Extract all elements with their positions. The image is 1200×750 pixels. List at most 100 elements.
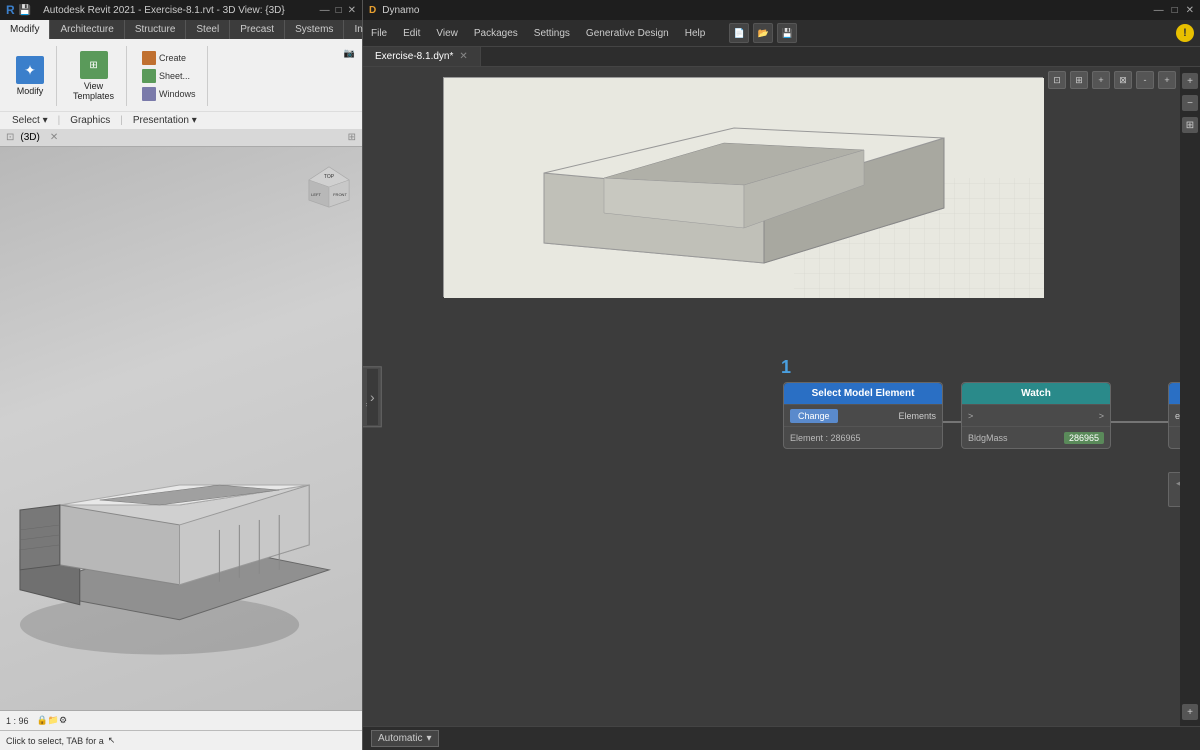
menu-file[interactable]: File — [369, 27, 389, 40]
toolbar-new-button[interactable]: 📄 — [729, 23, 749, 43]
graphics-item[interactable]: Graphics — [64, 114, 116, 127]
background-toggle-button[interactable]: ⊡ — [1048, 71, 1066, 89]
menu-view[interactable]: View — [434, 27, 460, 40]
view-templates-icon: ⊞ — [80, 51, 108, 79]
modify-button[interactable]: ✦ Modify — [12, 54, 48, 98]
zoom-extend-button[interactable]: + — [1158, 71, 1176, 89]
revit-quick-save[interactable]: 💾 — [19, 5, 31, 16]
revit-restore-button[interactable]: □ — [336, 5, 342, 16]
dynamo-minimize-button[interactable]: — — [1154, 5, 1164, 16]
dynamo-toolbar: 📄 📂 💾 — [729, 23, 797, 43]
zoom-out-button[interactable]: - — [1136, 71, 1154, 89]
menu-help[interactable]: Help — [683, 27, 708, 40]
select-dropdown[interactable]: Select ▾ — [6, 114, 54, 127]
node-select-model-element[interactable]: Select Model Element Change Elements Ele… — [783, 382, 943, 449]
zoom-in-sidebar-button[interactable]: + — [1182, 73, 1198, 89]
ribbon-content: ✦ Modify ⊞ ViewTemplates Create Sheet... — [0, 39, 362, 111]
ribbon-tab-modify[interactable]: Modify — [0, 20, 50, 39]
toolbar-save-button[interactable]: 💾 — [777, 23, 797, 43]
camera-icon: 📷 — [344, 48, 355, 59]
view-templates-label: ViewTemplates — [73, 81, 114, 101]
resize-handle[interactable]: ⊞ — [348, 132, 356, 143]
dynamo-tab-label: Exercise-8.1.dyn* — [375, 51, 453, 62]
watch-in-port: > — [968, 411, 973, 421]
change-button[interactable]: Change — [790, 409, 838, 423]
menu-settings[interactable]: Settings — [532, 27, 572, 40]
ribbon-tabs: Modify Architecture Structure Steel Prec… — [0, 20, 362, 39]
dynamo-top-right-icons: ⊡ ⊞ + ⊠ - + — [1048, 71, 1176, 89]
revit-titlebar-controls: — □ ✕ — [320, 5, 356, 16]
node-select-header: Select Model Element — [784, 383, 942, 404]
library-toggle-button[interactable]: › — [367, 369, 378, 425]
dynamo-tabbar: Exercise-8.1.dyn* ✕ — [363, 47, 1200, 67]
view-icon: ⊡ — [6, 132, 14, 143]
ribbon-bottom-sep2: | — [120, 115, 123, 126]
ribbon-tab-architecture[interactable]: Architecture — [50, 20, 124, 39]
run-mode-arrow: ▾ — [426, 733, 431, 744]
ribbon-tab-structure[interactable]: Structure — [125, 20, 187, 39]
grid-toggle-button[interactable]: ⊞ — [1070, 71, 1088, 89]
revit-statusbar: 1 : 96 🔒📁⚙ — [0, 710, 362, 730]
ribbon-tab-systems[interactable]: Systems — [285, 20, 344, 39]
ribbon-tab-steel[interactable]: Steel — [186, 20, 230, 39]
menu-packages[interactable]: Packages — [472, 27, 520, 40]
menu-edit[interactable]: Edit — [401, 27, 422, 40]
svg-text:FRONT: FRONT — [333, 192, 347, 197]
dynamo-app-icon: D — [369, 5, 376, 16]
dynamo-menubar: File Edit View Packages Settings Generat… — [363, 20, 1200, 47]
watch-out-port: > — [1099, 411, 1104, 421]
windows-button[interactable]: Windows — [139, 86, 199, 102]
svg-text:LEFT: LEFT — [311, 192, 321, 197]
modify-icon: ✦ — [16, 56, 44, 84]
ribbon-bottom-sep: | — [58, 115, 61, 126]
bldgmass-value: 286965 — [1064, 432, 1104, 444]
dynamo-tab-exercise[interactable]: Exercise-8.1.dyn* ✕ — [363, 47, 481, 66]
revit-3d-view[interactable]: TOP LEFT FRONT — [0, 147, 362, 710]
node-select-row-buttons: Change Elements — [784, 404, 942, 426]
node-watch-ports-row: > > — [962, 404, 1110, 426]
dynamo-statusbar: Automatic ▾ — [363, 726, 1200, 750]
graphics-label: Graphics — [70, 115, 110, 126]
dynamo-canvas[interactable]: ⊡ ⊞ + ⊠ - + — [363, 67, 1200, 726]
zoom-fit-sidebar-button[interactable]: ⊞ — [1182, 117, 1198, 133]
ribbon-tab-precast[interactable]: Precast — [230, 20, 285, 39]
revit-minimize-button[interactable]: — — [320, 5, 330, 16]
revit-statusbar-bottom: Click to select, TAB for a ↖ — [0, 730, 362, 750]
ribbon-bottom: Select ▾ | Graphics | Presentation ▾ — [0, 111, 362, 129]
warning-icon[interactable]: ! — [1176, 24, 1194, 42]
sheet-button[interactable]: Sheet... — [139, 68, 199, 84]
menu-generative-design[interactable]: Generative Design — [584, 27, 671, 40]
view-close-button[interactable]: ✕ — [50, 132, 58, 143]
run-mode-dropdown[interactable]: Automatic ▾ — [371, 730, 439, 747]
dynamo-tab-close-button[interactable]: ✕ — [459, 51, 467, 62]
run-mode-label: Automatic — [378, 733, 422, 744]
dynamo-close-button[interactable]: ✕ — [1186, 5, 1194, 16]
zoom-fit-button[interactable]: ⊠ — [1114, 71, 1132, 89]
dynamo-panel: D Dynamo — □ ✕ File Edit View Packages S… — [363, 0, 1200, 750]
zoom-in-button[interactable]: + — [1092, 71, 1110, 89]
camera-button[interactable]: 📷 — [341, 47, 358, 60]
view-cube[interactable]: TOP LEFT FRONT — [304, 162, 354, 212]
revit-close-button[interactable]: ✕ — [348, 5, 356, 16]
bldgmass-label: BldgMass — [968, 433, 1008, 443]
ribbon-group-view: ⊞ ViewTemplates — [61, 46, 127, 106]
view-title: (3D) — [20, 132, 39, 143]
create-button[interactable]: Create — [139, 50, 199, 66]
dynamo-title: Dynamo — [382, 5, 419, 16]
toolbar-open-button[interactable]: 📂 — [753, 23, 773, 43]
view-templates-button[interactable]: ⊞ ViewTemplates — [69, 49, 118, 103]
sidebar-extra-button[interactable]: + — [1182, 704, 1198, 720]
windows-icon — [142, 87, 156, 101]
revit-3d-header: ⊡ (3D) ✕ ⊞ — [0, 129, 362, 147]
presentation-dropdown[interactable]: Presentation ▾ — [127, 114, 203, 127]
create-icon — [142, 51, 156, 65]
preview-3d-model — [444, 78, 1044, 298]
zoom-out-sidebar-button[interactable]: − — [1182, 95, 1198, 111]
svg-text:TOP: TOP — [324, 174, 335, 180]
revit-titlebar: R 💾 Autodesk Revit 2021 - Exercise-8.1.r… — [0, 0, 362, 20]
revit-titlebar-left: R 💾 Autodesk Revit 2021 - Exercise-8.1.r… — [6, 3, 285, 17]
node-watch[interactable]: Watch > > BldgMass 286965 — [961, 382, 1111, 449]
revit-app-icon: R — [6, 3, 15, 17]
dynamo-restore-button[interactable]: □ — [1172, 5, 1178, 16]
node-select-body: Change Elements Element : 286965 — [784, 404, 942, 448]
